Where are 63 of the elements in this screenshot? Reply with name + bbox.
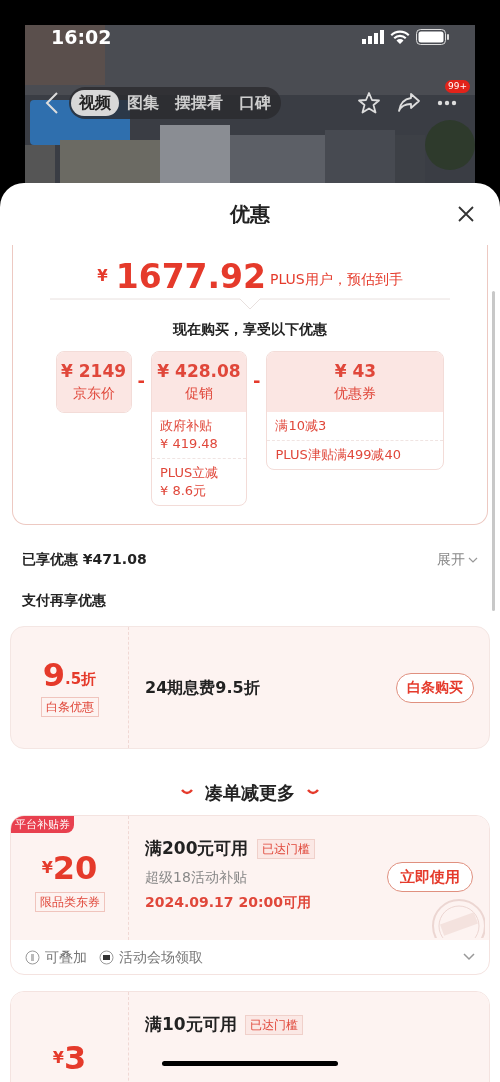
- payment-offer-text: 24期息费9.5折: [145, 676, 260, 699]
- share-icon[interactable]: [397, 92, 421, 114]
- breakdown-amount: ¥ 428.08: [157, 360, 241, 382]
- expand-icon[interactable]: [463, 953, 475, 961]
- coupon-feature: 可叠加: [45, 947, 87, 967]
- chevron-icon: [468, 556, 478, 563]
- coupon-amount: 20: [52, 852, 98, 884]
- breakdown-amount: ¥ 43: [334, 360, 377, 382]
- status-time: 16:02: [51, 25, 112, 50]
- breakdown-item-amount: ¥ 8.6元: [160, 482, 208, 500]
- price-note: PLUS用户，预估到手: [270, 270, 403, 289]
- final-price: 1677.92: [115, 260, 267, 293]
- threshold-tag: 已达门槛: [256, 838, 315, 859]
- battery-icon: [416, 29, 449, 45]
- star-icon[interactable]: [357, 91, 381, 115]
- breakdown-item: PLUS津贴满499减40: [275, 446, 403, 464]
- smile-curve-icon: [307, 789, 319, 795]
- breakdown-item-amount: ¥ 419.48: [160, 435, 219, 453]
- currency-symbol: ¥: [97, 265, 108, 287]
- tab[interactable]: 摆摆看: [167, 90, 231, 116]
- sheet-title: 优惠: [230, 201, 270, 228]
- coupon-scope-tag: 限品类东券: [34, 892, 105, 912]
- coupon-subtitle: 超级18活动补贴: [145, 867, 247, 887]
- offer-subtitle: 现在购买，享受以下优惠: [173, 321, 327, 337]
- breakdown-item: PLUS立减: [160, 464, 220, 482]
- tab[interactable]: 图集: [119, 90, 167, 116]
- coupon-feature: 活动会场领取: [119, 947, 203, 967]
- minus-sign: -: [253, 369, 261, 393]
- discount-unit: .5折: [65, 669, 97, 690]
- ticket-icon: [99, 949, 114, 965]
- baitiao-buy-button[interactable]: 白条购买: [396, 672, 474, 703]
- more-icon[interactable]: [437, 100, 457, 106]
- smile-curve-icon: [181, 789, 193, 795]
- tab[interactable]: 口碑: [231, 90, 279, 116]
- use-now-button[interactable]: 立即使用: [387, 862, 473, 892]
- close-icon[interactable]: [458, 206, 474, 222]
- savings-total: 已享优惠 ¥471.08: [22, 550, 147, 569]
- signal-icon: [362, 30, 384, 44]
- breakdown-amount: ¥ 2149: [61, 360, 127, 382]
- tab[interactable]: 视频: [71, 90, 119, 116]
- coupon-currency: ¥: [41, 858, 53, 877]
- coupon-currency: ¥: [52, 1048, 64, 1067]
- breakdown-label: 促销: [185, 384, 213, 403]
- minus-sign: -: [137, 369, 145, 393]
- section-title: 支付再享优惠: [22, 592, 106, 608]
- section-heading: 凑单减更多: [205, 780, 295, 805]
- scrollbar-icon: [492, 291, 495, 611]
- wifi-icon: [390, 30, 410, 44]
- discount-value: 9: [42, 658, 66, 691]
- stack-icon: [25, 949, 40, 965]
- breakdown-label: 京东价: [72, 384, 115, 403]
- breakdown-item: 政府补贴: [160, 417, 213, 435]
- payment-tag: 白条优惠: [40, 696, 99, 717]
- coupon-condition: 满10元可用: [145, 1013, 237, 1036]
- expand-toggle[interactable]: 展开: [437, 549, 478, 570]
- coupon-condition: 满200元可用: [145, 837, 249, 860]
- coupon-amount: 3: [63, 1042, 87, 1074]
- back-icon[interactable]: [45, 91, 59, 115]
- breakdown-label: 优惠券: [334, 384, 377, 403]
- coupon-type-badge: 平台补贴券: [11, 816, 74, 833]
- threshold-tag: 已达门槛: [244, 1014, 303, 1035]
- coupon-date: 2024.09.17 20:00可用: [145, 892, 311, 912]
- breakdown-item: 满10减3: [275, 417, 328, 435]
